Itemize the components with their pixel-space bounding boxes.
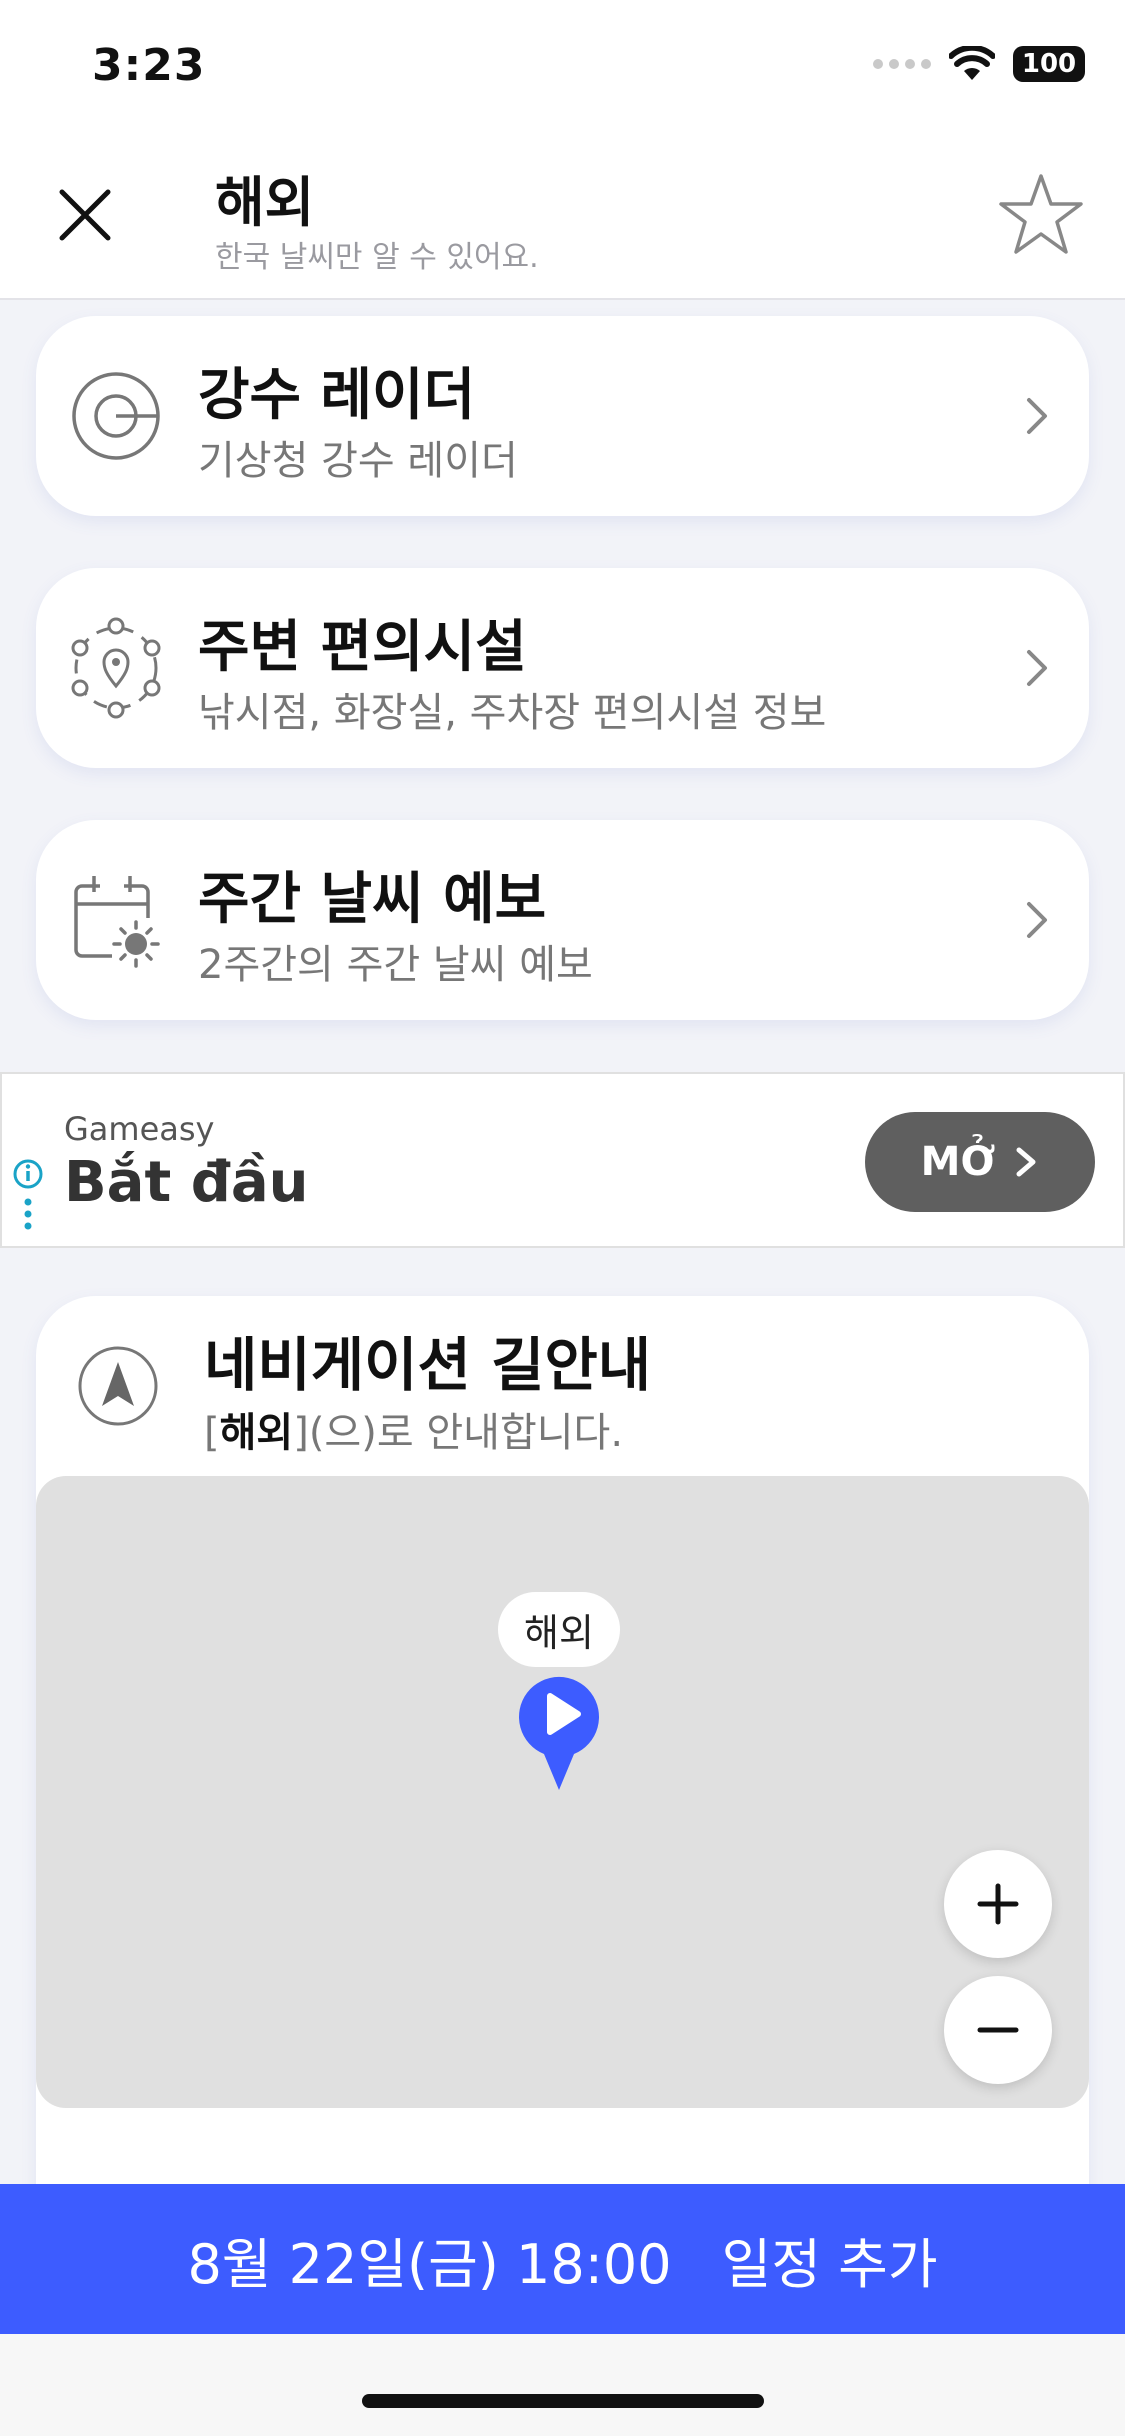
status-bar: 3:23 100 [0,0,1125,140]
status-indicators: 100 [873,46,1085,82]
navigation-title: 네비게이션 길안내 [204,1331,652,1399]
ad-advertiser: Gameasy [64,1110,215,1148]
chevron-right-icon [1027,902,1047,938]
navigation-desc: [해외](으)로 안내합니다. [204,1410,624,1456]
home-indicator-area [0,2334,1125,2436]
add-schedule-label: 일정 추가 [721,2232,938,2296]
chevron-right-icon [1027,650,1047,686]
navigation-arrow-icon[interactable] [76,1344,160,1428]
plus-icon [977,1883,1019,1925]
battery-indicator: 100 [1013,46,1085,82]
zoom-in-button[interactable] [944,1850,1052,1958]
ad-headline: Bắt đầu [64,1150,309,1215]
card-desc: 낚시점, 화장실, 주차장 편의시설 정보 [198,690,827,736]
zoom-out-button[interactable] [944,1976,1052,2084]
add-schedule-button[interactable]: 8월 22일(금) 18:00 일정 추가 [0,2184,1125,2334]
destination-name: 해외 [219,1410,294,1456]
card-rain-radar[interactable]: 강수 레이더 기상청 강수 레이더 [36,316,1089,516]
map-view[interactable]: 해외 [36,1476,1089,2108]
ad-open-button[interactable]: MỞ [865,1112,1095,1212]
calendar-sun-icon [74,876,160,968]
navigation-card: 네비게이션 길안내 [해외](으)로 안내합니다. 해외 [36,1296,1089,2296]
close-icon[interactable] [50,180,120,250]
header: 해외 한국 날씨만 알 수 있어요. [0,140,1125,300]
card-title: 주변 편의시설 [198,615,527,680]
card-weekly-forecast[interactable]: 주간 날씨 예보 2주간의 주간 날씨 예보 [36,820,1089,1020]
ad-open-label: MỞ [920,1139,996,1185]
card-desc: 기상청 강수 레이더 [198,438,518,484]
star-icon[interactable] [997,170,1085,258]
page-title: 해외 [215,171,315,234]
page-subtitle: 한국 날씨만 알 수 있어요. [215,240,539,275]
card-nearby-amenities[interactable]: 주변 편의시설 낚시점, 화장실, 주차장 편의시설 정보 [36,568,1089,768]
radar-icon [72,372,160,460]
location-network-icon [71,617,161,719]
chevron-right-icon [1027,398,1047,434]
ad-info-icon[interactable] [10,1158,46,1248]
cellular-signal-icon [873,59,931,69]
card-title: 주간 날씨 예보 [198,867,547,932]
home-indicator[interactable] [362,2394,764,2408]
map-marker-label: 해외 [498,1592,620,1667]
schedule-datetime: 8월 22일(금) 18:00 [187,2232,672,2296]
ad-banner[interactable]: Gameasy Bắt đầu MỞ [0,1072,1125,1248]
minus-icon [977,2027,1019,2033]
status-time: 3:23 [92,40,206,91]
wifi-icon [949,46,995,80]
chevron-right-icon [1016,1147,1036,1177]
map-pin-icon[interactable] [516,1672,602,1792]
card-title: 강수 레이더 [198,363,476,428]
card-desc: 2주간의 주간 날씨 예보 [198,942,593,988]
